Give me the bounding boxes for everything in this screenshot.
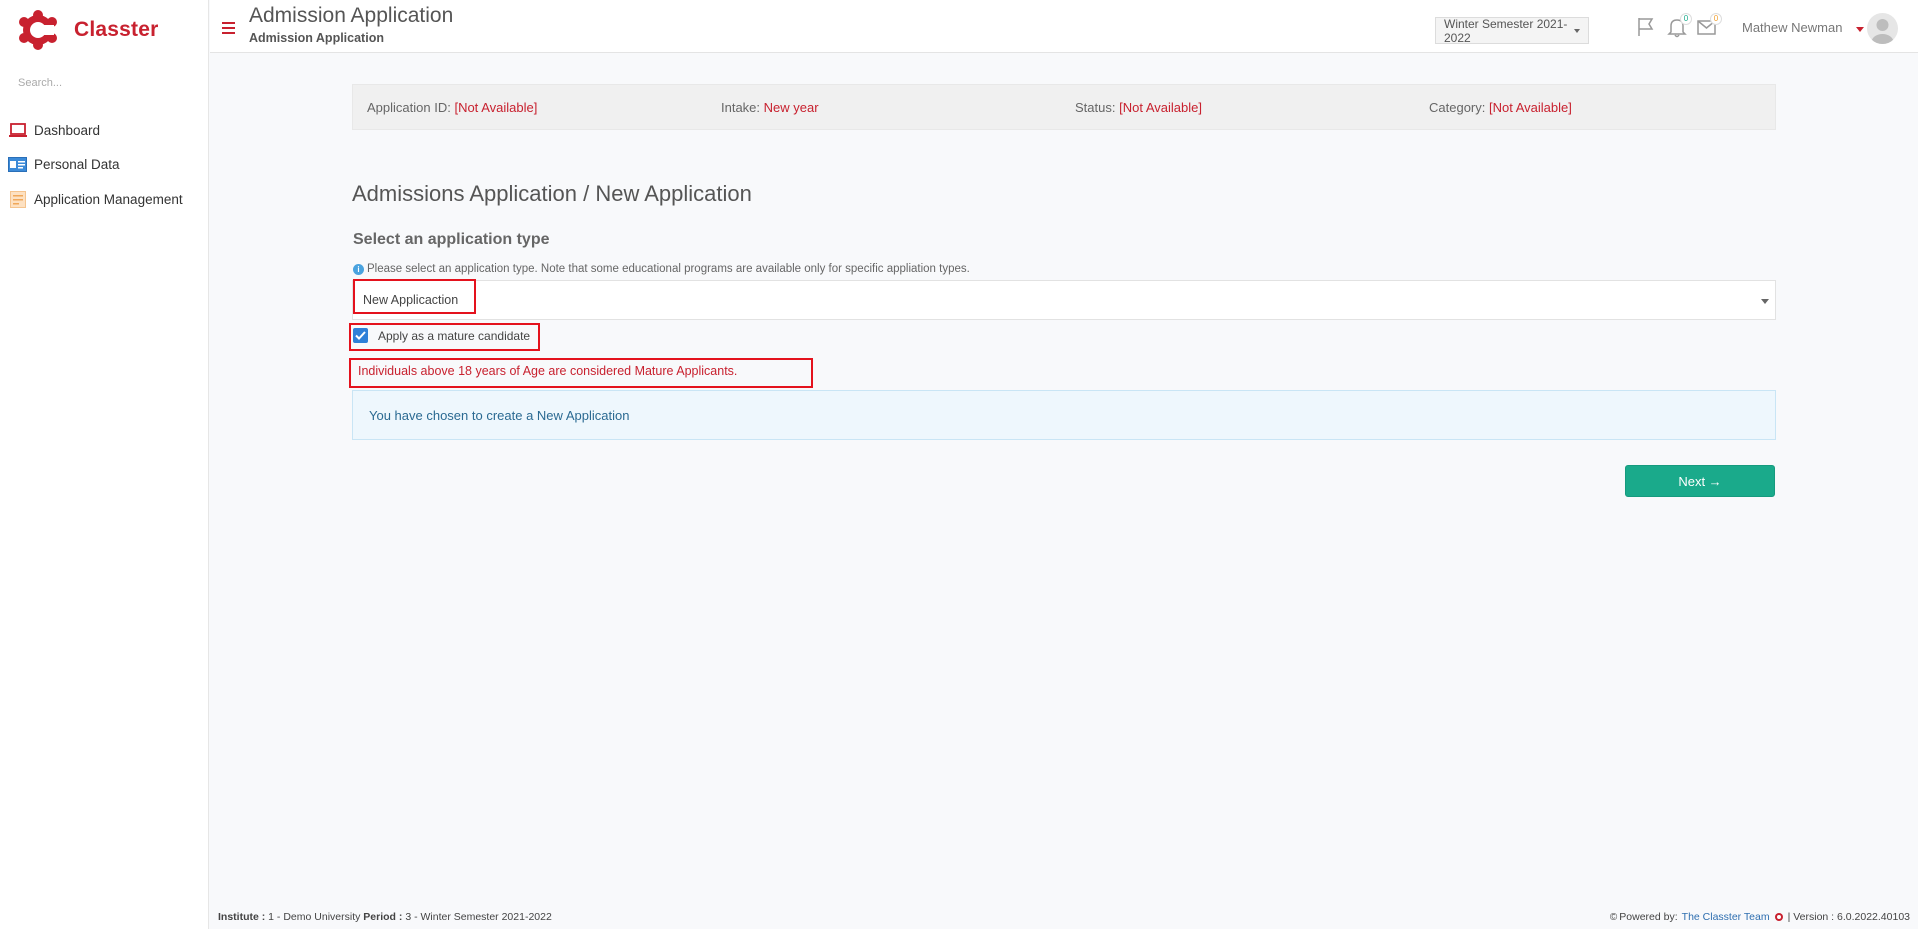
document-icon <box>8 190 27 208</box>
sidebar-item-application-management[interactable]: Application Management <box>0 182 209 217</box>
application-id-label: Application ID: <box>367 100 451 115</box>
notifications-count-badge: 0 <box>1680 13 1692 25</box>
status-label: Status: <box>1075 100 1116 115</box>
period-label: Period : <box>363 911 403 923</box>
intake-info: Intake: New year <box>721 100 819 115</box>
period-value: 3 - Winter Semester 2021-2022 <box>405 911 552 923</box>
brand-logo[interactable]: Classter <box>18 10 158 50</box>
messages-envelope-icon[interactable]: 0 <box>1696 13 1722 38</box>
institute-value: 1 - Demo University <box>268 911 361 923</box>
notifications-bell-icon[interactable]: 0 <box>1666 13 1692 38</box>
footer: Institute : 1 - Demo University Period :… <box>210 907 1918 929</box>
status-value: [Not Available] <box>1119 100 1202 115</box>
classter-team-link[interactable]: The Classter Team <box>1682 911 1770 923</box>
chevron-down-icon <box>1761 299 1769 304</box>
flag-icon[interactable] <box>1635 16 1657 38</box>
category-label: Category: <box>1429 100 1486 115</box>
sidebar-item-label: Dashboard <box>34 122 101 138</box>
sidebar-item-dashboard[interactable]: Dashboard <box>0 113 209 148</box>
brand-name: Classter <box>74 18 159 41</box>
highlight-box-mature-checkbox <box>349 323 540 351</box>
footer-institute-info: Institute : 1 - Demo University Period :… <box>218 911 552 923</box>
top-bar: Admission Application Admission Applicat… <box>210 0 1918 53</box>
user-name[interactable]: Mathew Newman <box>1742 20 1842 35</box>
semester-select[interactable]: Winter Semester 2021-2022 <box>1435 16 1589 45</box>
highlight-box-application-type <box>353 279 476 314</box>
avatar[interactable] <box>1867 13 1898 44</box>
laptop-icon <box>8 122 27 138</box>
sidebar-item-label: Application Management <box>34 191 183 207</box>
intake-label: Intake: <box>721 100 761 115</box>
footer-powered-by: © Powered by: The Classter Team | Versio… <box>1610 911 1910 923</box>
info-icon: i <box>353 263 364 275</box>
application-type-heading: Select an application type <box>353 231 550 248</box>
page-subtitle: Admission Application <box>249 31 384 45</box>
help-text-content: Please select an application type. Note … <box>367 263 970 275</box>
classter-small-logo-icon <box>1774 912 1784 922</box>
help-text: i Please select an application type. Not… <box>353 263 970 275</box>
highlight-box-mature-note <box>349 358 813 388</box>
menu-toggle-icon[interactable] <box>222 22 235 34</box>
version-text: | Version : 6.0.2022.40103 <box>1787 911 1910 923</box>
classter-logo-icon <box>18 10 58 50</box>
chevron-down-icon <box>1574 29 1580 33</box>
status-info: Status: [Not Available] <box>1075 100 1202 115</box>
sidebar-nav: Dashboard Personal Data Application Mana… <box>0 113 209 217</box>
copyright-icon: © <box>1609 911 1618 923</box>
messages-count-badge: 0 <box>1710 13 1722 25</box>
semester-value: Winter Semester 2021-2022 <box>1444 16 1568 45</box>
category-value: [Not Available] <box>1489 100 1572 115</box>
application-info-strip: Application ID: [Not Available] Intake: … <box>352 84 1776 130</box>
institute-label: Institute : <box>218 911 266 923</box>
sidebar: Classter Dashboard Personal Data Applica… <box>0 0 209 929</box>
user-menu-caret-icon[interactable] <box>1856 27 1864 32</box>
application-id-info: Application ID: [Not Available] <box>367 100 537 115</box>
category-info: Category: [Not Available] <box>1429 100 1572 115</box>
application-type-select[interactable]: New Applicaction <box>352 280 1776 320</box>
powered-by-label: Powered by: <box>1619 911 1678 923</box>
id-card-icon <box>8 157 27 173</box>
sidebar-search-input[interactable] <box>18 77 188 89</box>
next-button[interactable]: Next → <box>1625 465 1775 497</box>
notice-text: You have chosen to create a New Applicat… <box>369 408 630 423</box>
page-title: Admission Application <box>249 4 454 27</box>
application-id-value: [Not Available] <box>454 100 538 115</box>
intake-value: New year <box>763 100 819 115</box>
application-notice: You have chosen to create a New Applicat… <box>352 390 1776 440</box>
sidebar-item-label: Personal Data <box>34 157 120 173</box>
sidebar-item-personal-data[interactable]: Personal Data <box>0 148 209 183</box>
section-title: Admissions Application / New Application <box>352 181 752 206</box>
